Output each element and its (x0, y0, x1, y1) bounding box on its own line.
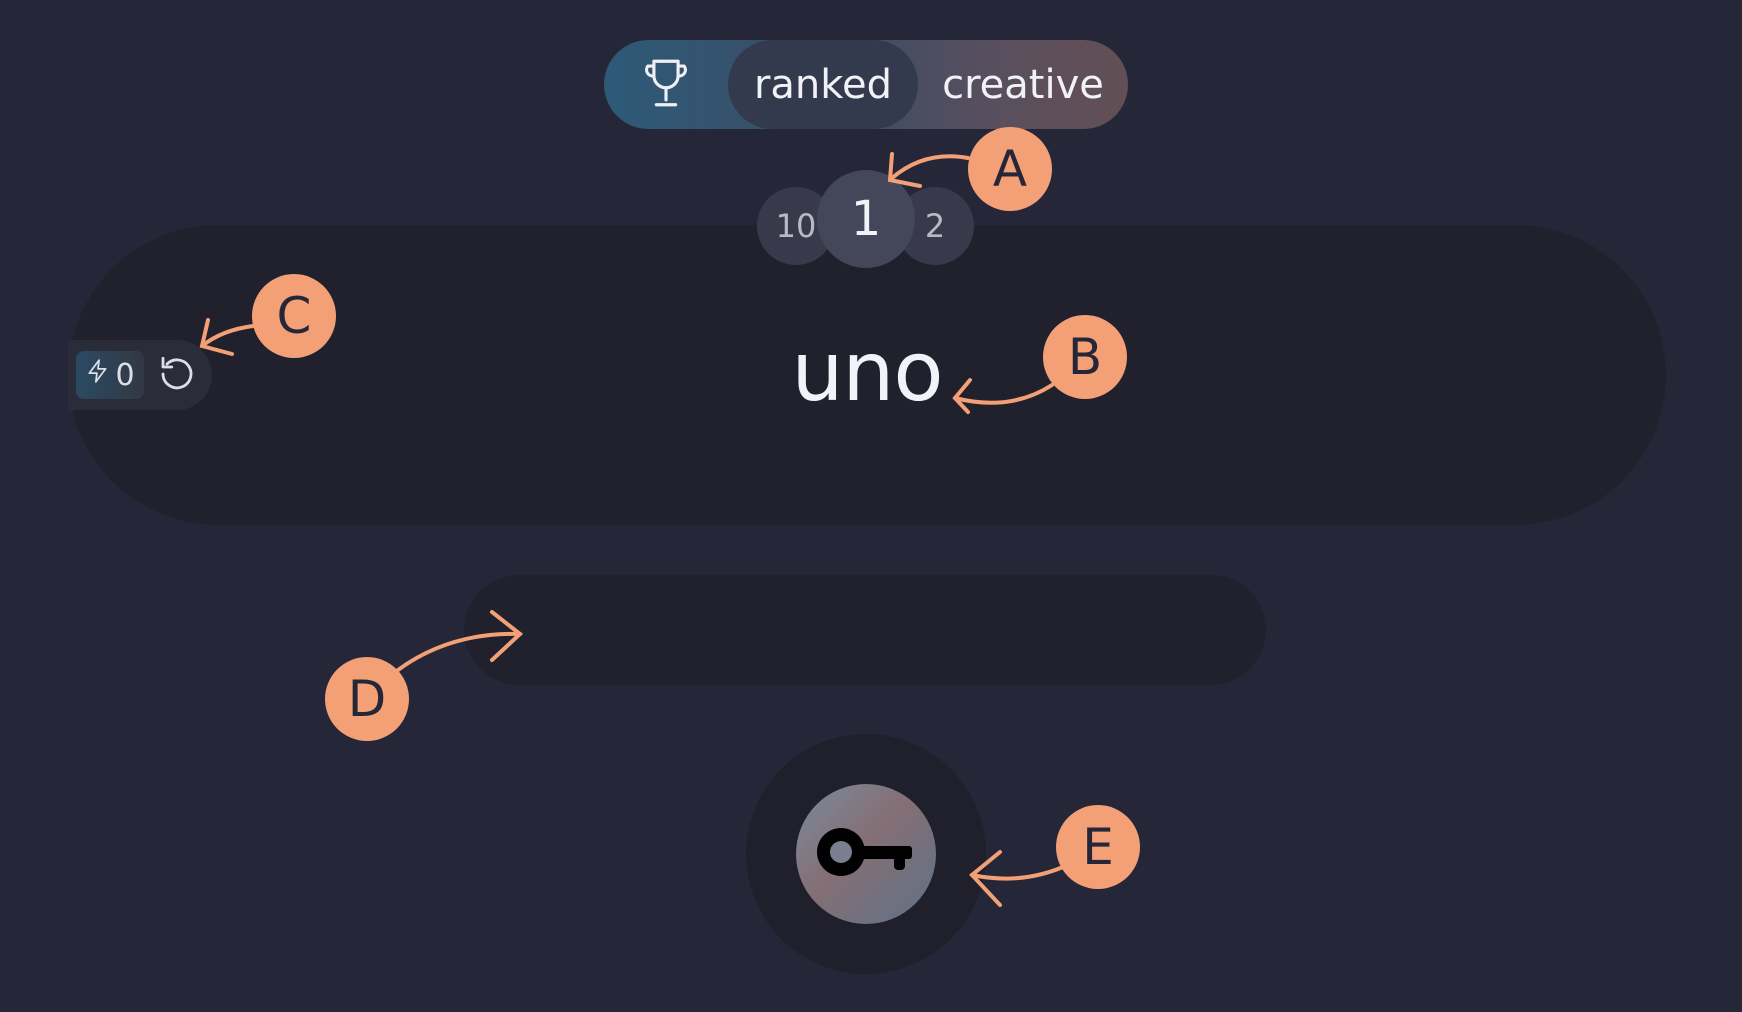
page: ranked creative uno 10 2 1 0 A B C D E (0, 0, 1742, 1012)
tab-ranked[interactable]: ranked (728, 40, 918, 129)
tab-creative[interactable]: creative (918, 40, 1128, 129)
streak-controls: 0 (68, 340, 212, 410)
key-icon (816, 822, 916, 886)
key-button[interactable] (796, 784, 936, 924)
annotation-b: B (1043, 315, 1127, 399)
mode-switch: ranked creative (604, 40, 1128, 129)
reset-button[interactable] (154, 353, 200, 399)
answer-input[interactable] (464, 575, 1266, 685)
trophy-button[interactable] (604, 40, 728, 129)
annotation-a: A (968, 127, 1052, 211)
streak-badge: 0 (76, 351, 144, 399)
bolt-icon (85, 355, 111, 395)
trophy-icon (637, 54, 695, 116)
number-current[interactable]: 1 (817, 170, 915, 268)
annotation-c: C (252, 274, 336, 358)
annotation-e: E (1056, 805, 1140, 889)
key-button-ring (746, 734, 986, 974)
annotation-d: D (325, 657, 409, 741)
reset-icon (156, 353, 198, 399)
streak-count: 0 (115, 357, 135, 393)
